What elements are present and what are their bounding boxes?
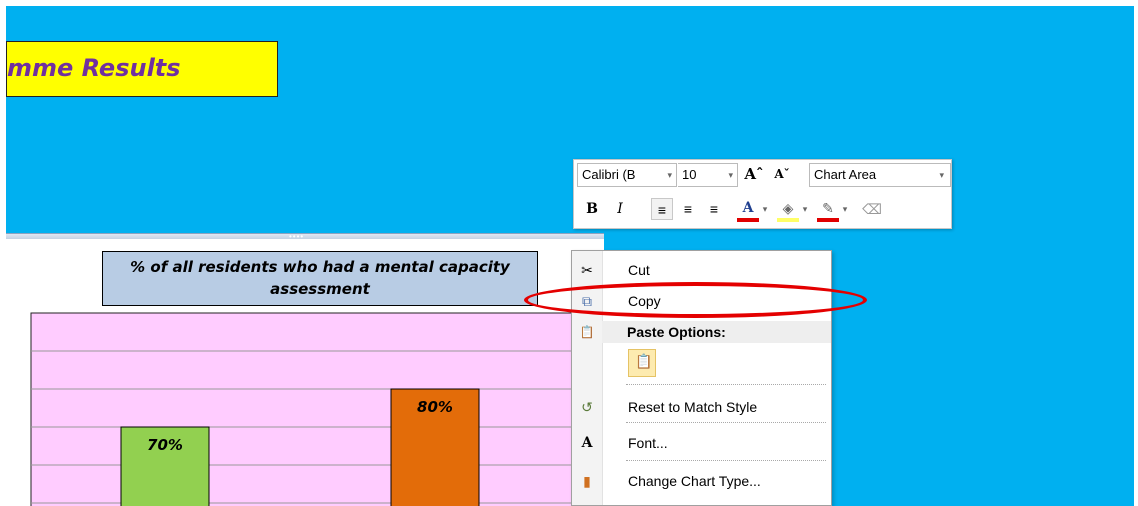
chart-title[interactable]: % of all residents who had a mental capa… <box>102 251 538 306</box>
menu-item-change-chart-type-label: Change Chart Type... <box>628 473 761 489</box>
menu-item-cut[interactable]: ✂ Cut <box>572 255 831 285</box>
chart-type-icon: ▮ <box>583 473 591 489</box>
bar-value-label: 80% <box>417 398 453 416</box>
plot-area[interactable] <box>30 312 577 506</box>
reset-style-icon: ↺ <box>581 399 593 415</box>
font-icon: A <box>581 435 593 451</box>
menu-item-font[interactable]: A Font... <box>572 428 831 458</box>
menu-separator <box>626 422 826 423</box>
copy-highlight-ellipse <box>524 282 867 318</box>
menu-separator <box>626 460 826 461</box>
menu-item-cut-label: Cut <box>628 262 650 278</box>
bar-value-label: 70% <box>147 436 183 454</box>
menu-separator <box>626 384 826 385</box>
menu-item-reset-style[interactable]: ↺ Reset to Match Style <box>572 392 831 422</box>
chart-title-line2: assessment <box>270 280 370 298</box>
scissors-icon: ✂ <box>581 262 593 278</box>
menu-item-change-chart-type[interactable]: ▮ Change Chart Type... <box>572 466 831 496</box>
paste-icon: 📋 <box>579 325 595 339</box>
clipboard-icon: 📋 <box>635 353 653 369</box>
menu-item-reset-style-label: Reset to Match Style <box>628 399 758 415</box>
paste-options-header: Paste Options: <box>602 321 831 343</box>
paste-keep-source-button[interactable]: 📋 <box>628 349 656 377</box>
menu-item-font-label: Font... <box>628 435 668 451</box>
chart-title-line1: % of all residents who had a mental capa… <box>130 258 510 276</box>
